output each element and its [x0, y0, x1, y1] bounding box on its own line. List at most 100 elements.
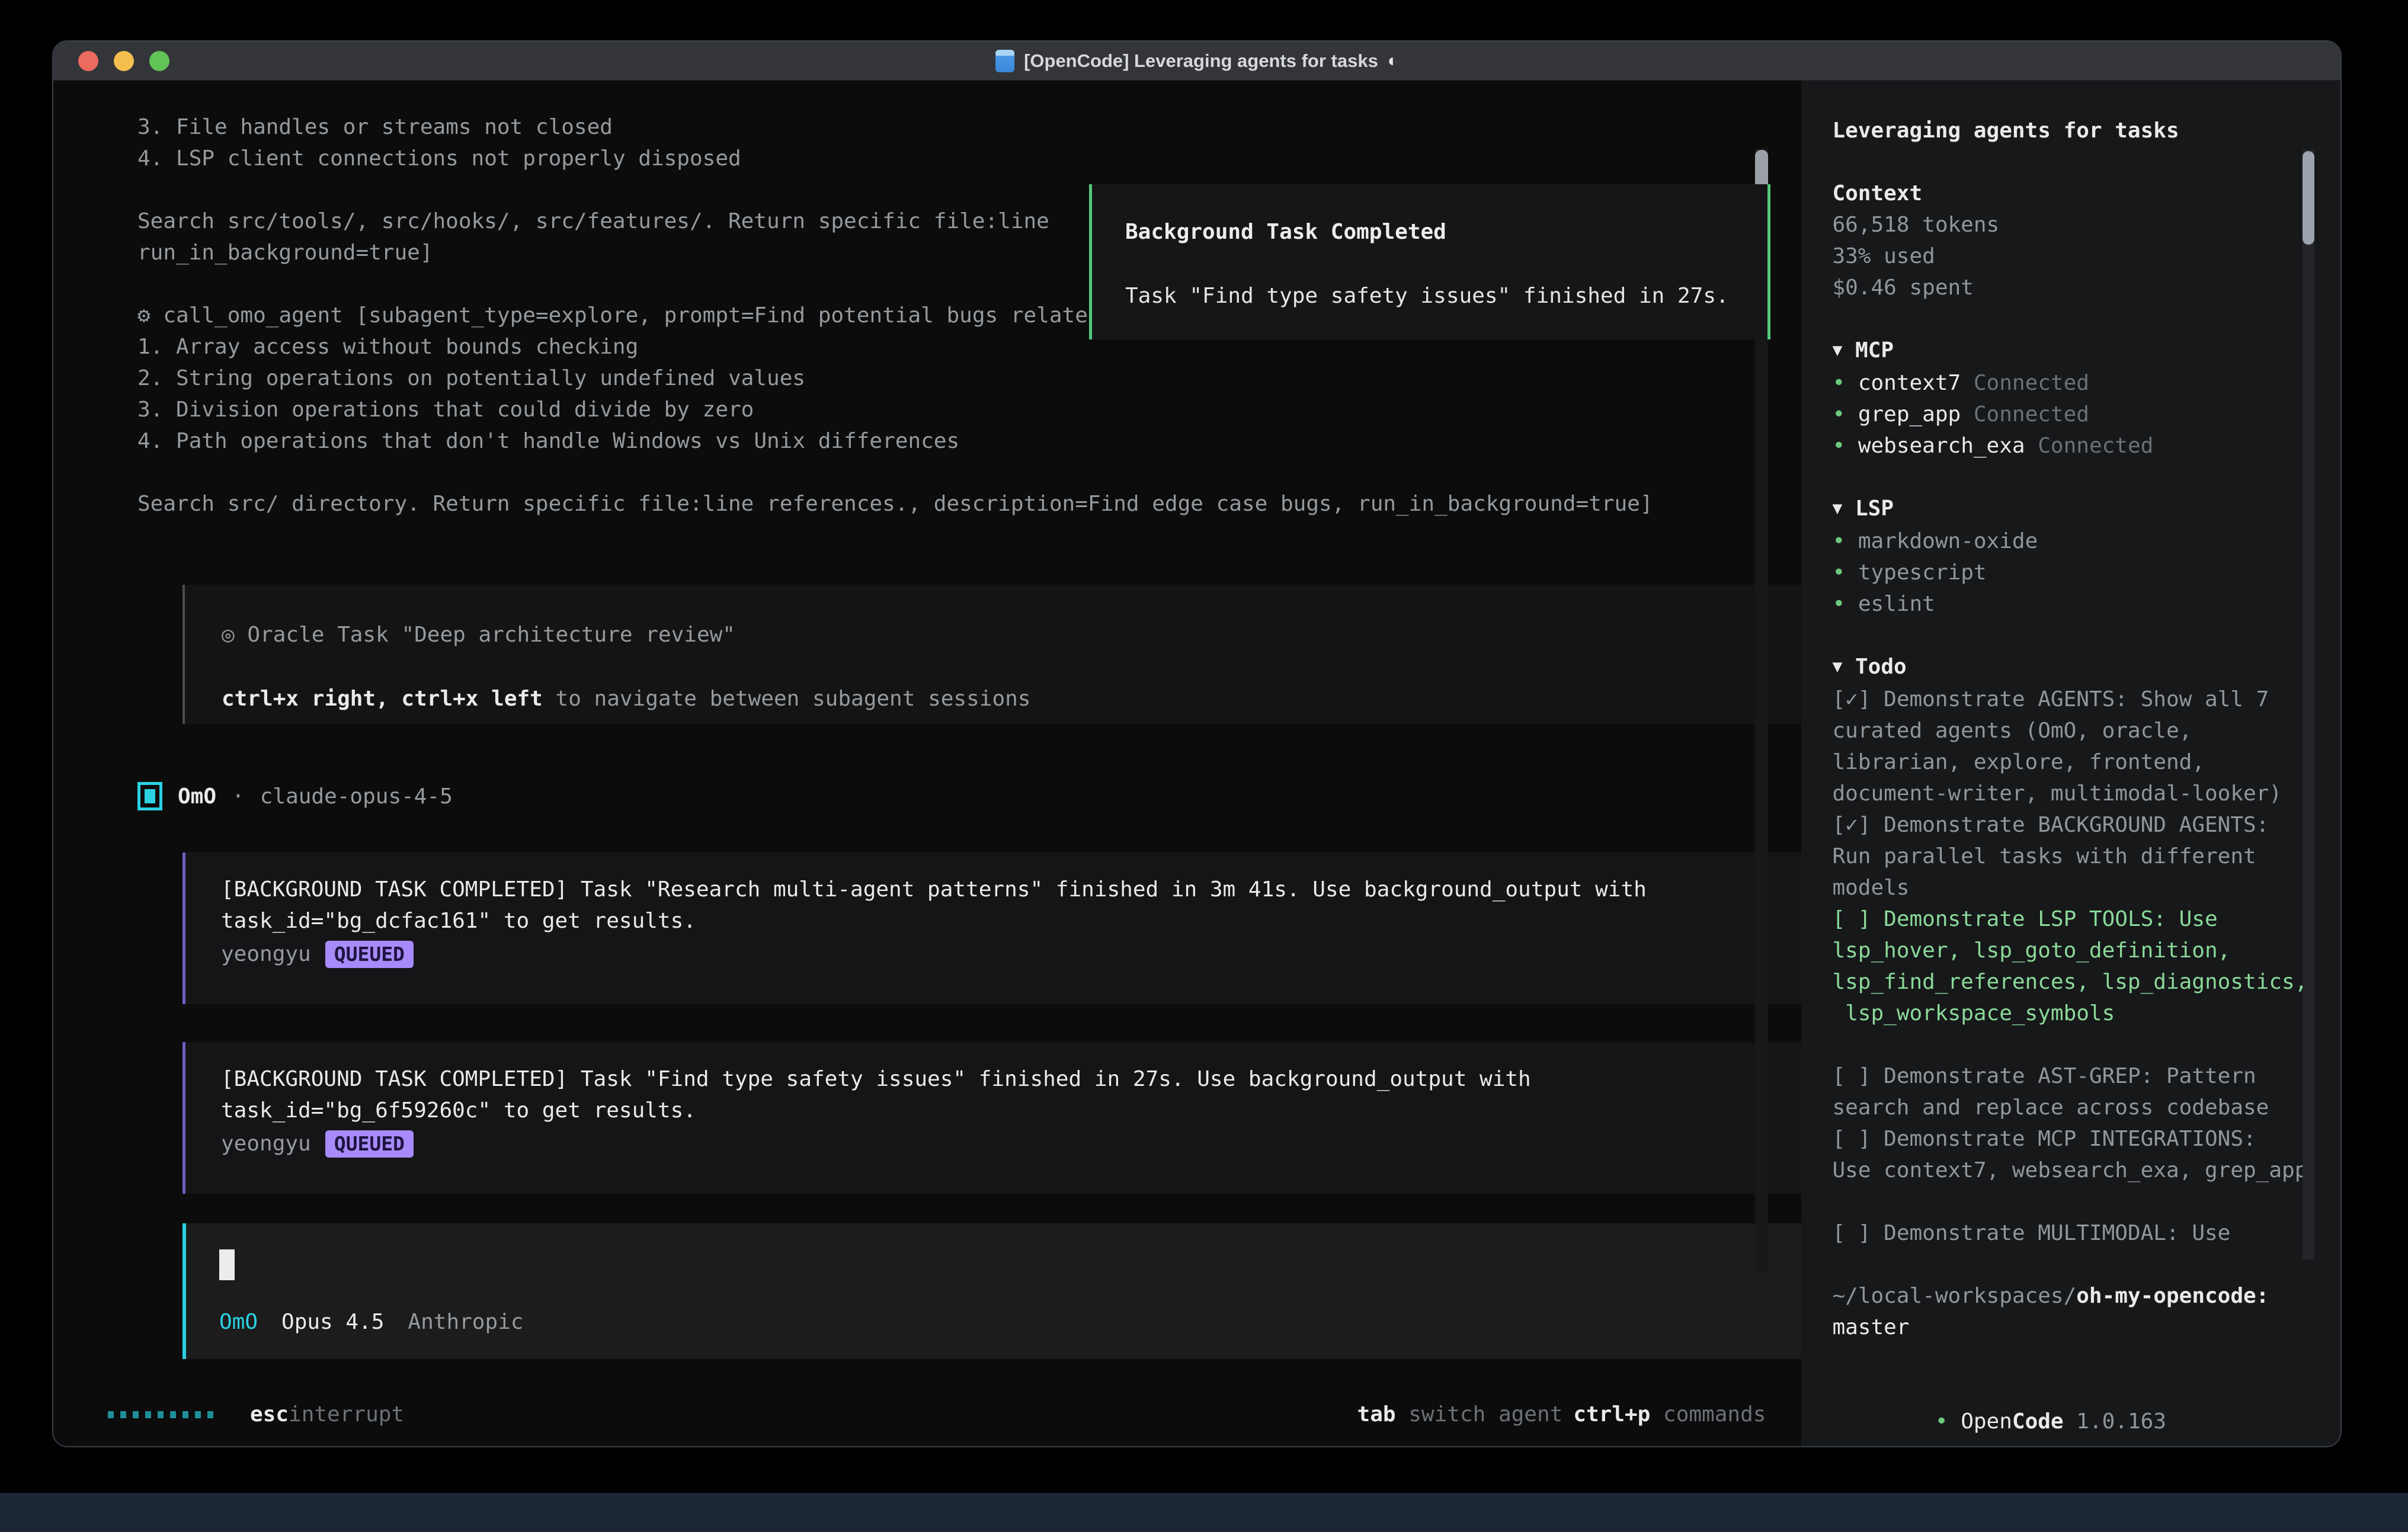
- app-version: 1.0.163: [2064, 1409, 2166, 1434]
- close-window-button[interactable]: [78, 51, 98, 71]
- esc-key-label: interrupt: [289, 1399, 404, 1430]
- oracle-task-card: ◎ Oracle Task "Deep architecture review"…: [182, 585, 1801, 724]
- agent-header: OmO · claude-opus-4-5: [137, 780, 1801, 813]
- input-agent-name: OmO: [219, 1306, 258, 1338]
- status-dot-icon: •: [1832, 402, 1845, 427]
- esc-key-hint: esc: [250, 1399, 289, 1430]
- mcp-section: ▼ MCP • context7 Connected• grep_app Con…: [1832, 335, 2319, 461]
- agent-name: OmO: [178, 781, 216, 812]
- lsp-heading[interactable]: ▼ LSP: [1832, 493, 2319, 525]
- lsp-server-item: • eslint: [1832, 588, 2319, 620]
- context-section: Context 66,518 tokens33% used$0.46 spent: [1832, 178, 2319, 303]
- todo-text: Demonstrate MULTIMODAL: Use: [1884, 1221, 2230, 1245]
- document-icon: [995, 50, 1014, 72]
- todo-text: Demonstrate BACKGROUND AGENTS: Run paral…: [1832, 813, 2269, 900]
- toast-body: Task "Find type safety issues" finished …: [1125, 280, 1767, 312]
- status-dot-icon: •: [1832, 529, 1845, 553]
- todo-list: [✓] Demonstrate AGENTS: Show all 7 curat…: [1832, 684, 2319, 1249]
- task-message-line1: [BACKGROUND TASK COMPLETED] Task "Find t…: [221, 1063, 1801, 1095]
- status-badge: QUEUED: [325, 941, 414, 968]
- status-dot-icon: •: [1832, 371, 1845, 395]
- terminal-line: [137, 457, 1801, 488]
- gear-icon: ⚙: [137, 303, 150, 328]
- todo-item: [✓] Demonstrate AGENTS: Show all 7 curat…: [1832, 684, 2319, 809]
- todo-text: Demonstrate LSP TOOLS: Use lsp_hover, ls…: [1832, 907, 2307, 1025]
- todo-checkbox: [ ]: [1832, 907, 1884, 931]
- blank-line: [137, 520, 1801, 551]
- oracle-icon: ◎: [222, 623, 235, 647]
- context-stat: 33% used: [1832, 241, 2319, 272]
- terminal-line: 4. LSP client connections not properly d…: [137, 143, 1801, 174]
- tool-call-detail-lines: 1. Array access without bounds checking2…: [137, 331, 1801, 488]
- todo-item: [ ] Demonstrate MULTIMODAL: Use: [1832, 1217, 2319, 1249]
- lsp-section: ▼ LSP • markdown-oxide• typescript• esli…: [1832, 493, 2319, 620]
- mcp-heading[interactable]: ▼ MCP: [1832, 335, 2319, 367]
- mcp-server-name: context7: [1858, 371, 1961, 395]
- toast-title: Background Task Completed: [1125, 216, 1767, 248]
- background-task-card: [BACKGROUND TASK COMPLETED] Task "Find t…: [182, 1042, 1801, 1194]
- lsp-server-name: markdown-oxide: [1858, 529, 2038, 553]
- workspace-path-prefix: ~/local-workspaces/: [1832, 1284, 2076, 1308]
- context-stat: 66,518 tokens: [1832, 209, 2319, 241]
- task-message-line1: [BACKGROUND TASK COMPLETED] Task "Resear…: [221, 874, 1801, 905]
- sidebar-scrollbar-thumb[interactable]: [2303, 151, 2314, 245]
- terminal-line: 2. String operations on potentially unde…: [137, 363, 1801, 394]
- window-title-group: [OpenCode] Leveraging agents for tasks ◐: [995, 41, 1398, 81]
- status-dot-icon: •: [1832, 434, 1845, 458]
- chevron-down-icon: ▼: [1832, 498, 1842, 518]
- task-user: yeongyu: [221, 938, 311, 970]
- lsp-server-list: • markdown-oxide• typescript• eslint: [1832, 525, 2319, 620]
- todo-heading[interactable]: ▼ Todo: [1832, 651, 2319, 684]
- status-badge: QUEUED: [325, 1130, 414, 1158]
- subagent-navigation-hint: ctrl+x right, ctrl+x left to navigate be…: [222, 683, 1801, 714]
- terminal-line: 3. Division operations that could divide…: [137, 394, 1801, 425]
- chevron-down-icon: ▼: [1832, 656, 1842, 676]
- maximize-window-button[interactable]: [149, 51, 169, 71]
- agent-square-icon: [137, 782, 162, 810]
- mcp-server-name: websearch_exa: [1858, 434, 2025, 458]
- lsp-server-name: typescript: [1858, 560, 1987, 585]
- app-name-bold: Code: [2012, 1409, 2064, 1434]
- mcp-server-item: • context7 Connected: [1832, 367, 2319, 399]
- todo-text: Demonstrate MCP INTEGRATIONS: Use contex…: [1832, 1127, 2307, 1182]
- session-sidebar: Leveraging agents for tasks Context 66,5…: [1801, 81, 2340, 1447]
- status-dot-icon: •: [1832, 560, 1845, 585]
- todo-checkbox: [ ]: [1832, 1221, 1884, 1245]
- separator-dot: ·: [232, 781, 245, 812]
- desktop-dock-strip: [0, 1493, 2408, 1532]
- prompt-input[interactable]: OmO Opus 4.5 Anthropic: [182, 1223, 1801, 1359]
- toast-notification[interactable]: Background Task Completed Task "Find typ…: [1089, 184, 1770, 339]
- sidebar-scrollbar[interactable]: [2303, 150, 2314, 1259]
- tab-key-label: switch agent: [1396, 1402, 1563, 1427]
- input-model-row: OmO Opus 4.5 Anthropic: [219, 1306, 524, 1338]
- workspace-repo: oh-my-opencode:: [2076, 1284, 2269, 1308]
- window-title: [OpenCode] Leveraging agents for tasks: [1024, 50, 1378, 72]
- todo-checkbox: [✓]: [1832, 687, 1884, 711]
- todo-item: [✓] Demonstrate BACKGROUND AGENTS: Run p…: [1832, 809, 2319, 903]
- minimize-window-button[interactable]: [114, 51, 134, 71]
- mcp-server-status: Connected: [1961, 402, 2089, 427]
- task-user: yeongyu: [221, 1128, 311, 1159]
- context-heading: Context: [1832, 178, 2319, 209]
- mcp-server-list: • context7 Connected• grep_app Connected…: [1832, 367, 2319, 461]
- app-window: [OpenCode] Leveraging agents for tasks ◐…: [52, 40, 2342, 1447]
- session-title: Leveraging agents for tasks: [1832, 115, 2319, 146]
- todo-item: [ ] Demonstrate MCP INTEGRATIONS: Use co…: [1832, 1123, 2319, 1186]
- todo-checkbox: [✓]: [1832, 813, 1884, 837]
- app-name-regular: Open: [1948, 1409, 2012, 1434]
- todo-text: Demonstrate AGENTS: Show all 7 curated a…: [1832, 687, 2282, 806]
- lsp-server-item: • markdown-oxide: [1832, 525, 2319, 557]
- context-stats: 66,518 tokens33% used$0.46 spent: [1832, 209, 2319, 303]
- todo-checkbox: [ ]: [1832, 1127, 1884, 1151]
- terminal-line: 3. File handles or streams not closed: [137, 111, 1801, 143]
- mcp-server-status: Connected: [1961, 371, 2089, 395]
- background-task-card: [BACKGROUND TASK COMPLETED] Task "Resear…: [182, 852, 1801, 1004]
- input-model-name: Opus 4.5: [281, 1306, 384, 1338]
- status-dot-icon: •: [1935, 1409, 1948, 1434]
- lsp-server-item: • typescript: [1832, 557, 2319, 588]
- todo-text: Demonstrate AST-GREP: Pattern search and…: [1832, 1064, 2269, 1120]
- todo-item: [ ] Demonstrate AST-GREP: Pattern search…: [1832, 1060, 2319, 1123]
- task-message-line2: task_id="bg_dcfac161" to get results.: [221, 905, 1801, 937]
- tab-key-hint: tab: [1357, 1402, 1396, 1427]
- workspace-path: ~/local-workspaces/oh-my-opencode: maste…: [1832, 1280, 2319, 1343]
